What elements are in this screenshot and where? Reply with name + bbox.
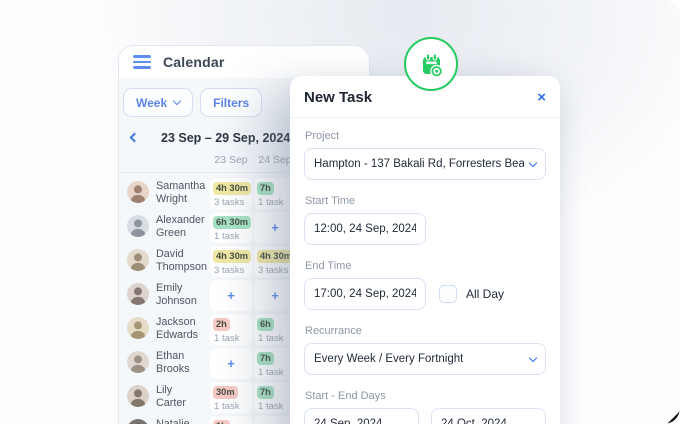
hours-badge: 7h [257, 182, 274, 195]
start-end-days-label: Start - End Days [305, 390, 546, 402]
hamburger-menu-icon[interactable] [133, 55, 151, 68]
schedule-cell[interactable]: 2h 1 task [210, 314, 252, 345]
person-name: Samantha Wright [156, 180, 205, 206]
week-view-button[interactable]: Week [123, 88, 193, 117]
modal-title: New Task [304, 89, 372, 106]
project-value: Hampton - 137 Bakali Rd, Forresters Beac… [314, 158, 524, 170]
avatar [127, 215, 149, 237]
week-view-label: Week [136, 96, 167, 110]
task-count-label: 1 task [214, 231, 252, 242]
avatar [127, 351, 149, 373]
hours-badge: 7h [257, 352, 274, 365]
hours-badge: 4h 30m [213, 182, 251, 195]
all-day-checkbox[interactable] [439, 285, 457, 303]
person-name: Alexander Green [156, 214, 205, 240]
hours-badge: 7h [257, 386, 274, 399]
all-day-toggle[interactable]: All Day [439, 285, 504, 303]
hours-badge: 30m [213, 386, 238, 399]
chevron-down-icon [173, 97, 181, 105]
recurrence-label: Recurrance [305, 325, 546, 337]
start-time-group: Start Time [304, 195, 546, 245]
start-end-days-group: Start - End Days [304, 390, 546, 424]
recurrence-group: Recurrance Every Week / Every Fortnight [304, 325, 546, 375]
person-name: David Thompson [156, 248, 207, 274]
calendar-header: Calendar [119, 46, 369, 78]
project-group: Project Hampton - 137 Bakali Rd, Forrest… [304, 130, 546, 180]
filters-button[interactable]: Filters [200, 88, 262, 117]
filters-label: Filters [213, 96, 249, 110]
project-select[interactable]: Hampton - 137 Bakali Rd, Forresters Beac… [304, 148, 546, 180]
end-day-input[interactable] [431, 408, 546, 424]
start-time-input[interactable] [304, 213, 426, 245]
task-count-label: 1 task [214, 401, 252, 412]
person-name: Lily Carter [156, 384, 186, 410]
person-name: Jackson Edwards [156, 316, 198, 342]
task-count-label: 3 tasks [214, 197, 252, 208]
recurrence-value: Every Week / Every Fortnight [314, 353, 463, 365]
task-count-label: 3 tasks [214, 265, 252, 276]
person-name: Ethan Brooks [156, 350, 190, 376]
end-time-label: End Time [305, 260, 546, 272]
new-task-clipboard-icon [404, 37, 458, 91]
hours-badge: 6h 30m [213, 216, 251, 229]
avatar [127, 385, 149, 407]
new-task-modal: New Task × Project Hampton - 137 Bakali … [290, 76, 560, 424]
end-time-input[interactable] [304, 278, 426, 310]
hours-badge: 4h 30m [213, 250, 251, 263]
task-count-label: 1 task [214, 333, 252, 344]
add-task-button[interactable]: + [210, 348, 252, 379]
schedule-cell[interactable]: 4h 30m 3 tasks [210, 178, 252, 209]
page-title: Calendar [163, 54, 225, 70]
mouse-cursor [667, 411, 680, 424]
column-header-day: 23 Sep [210, 154, 252, 166]
all-day-label: All Day [466, 287, 504, 301]
project-label: Project [305, 130, 546, 142]
hours-badge: 6h [257, 318, 274, 331]
start-day-input[interactable] [304, 408, 419, 424]
schedule-cell[interactable]: 1h [210, 416, 252, 424]
avatar [127, 181, 149, 203]
chevron-down-icon [529, 353, 537, 361]
date-range-label: 23 Sep – 29 Sep, 2024 [161, 131, 290, 145]
chevron-left-icon[interactable] [130, 133, 140, 143]
avatar [127, 419, 149, 424]
app-frame: Calendar Week Filters 23 Sep – 29 Sep, 2… [0, 0, 680, 424]
avatar [127, 249, 149, 271]
end-time-group: End Time All Day [304, 260, 546, 310]
add-task-button[interactable]: + [210, 280, 252, 311]
modal-body: Project Hampton - 137 Bakali Rd, Forrest… [290, 118, 560, 424]
schedule-cell[interactable]: 30m 1 task [210, 382, 252, 413]
recurrence-select[interactable]: Every Week / Every Fortnight [304, 343, 546, 375]
hours-badge: 2h [213, 318, 230, 331]
person-name: Emily Johnson [156, 282, 197, 308]
schedule-cell[interactable]: 4h 30m 3 tasks [210, 246, 252, 277]
start-time-label: Start Time [305, 195, 546, 207]
avatar [127, 283, 149, 305]
close-icon[interactable]: × [537, 90, 546, 105]
schedule-cell[interactable]: 6h 30m 1 task [210, 212, 252, 243]
hours-badge: 1h [213, 420, 230, 424]
person-name: Natalie [156, 418, 190, 424]
chevron-down-icon [529, 158, 537, 166]
avatar [127, 317, 149, 339]
